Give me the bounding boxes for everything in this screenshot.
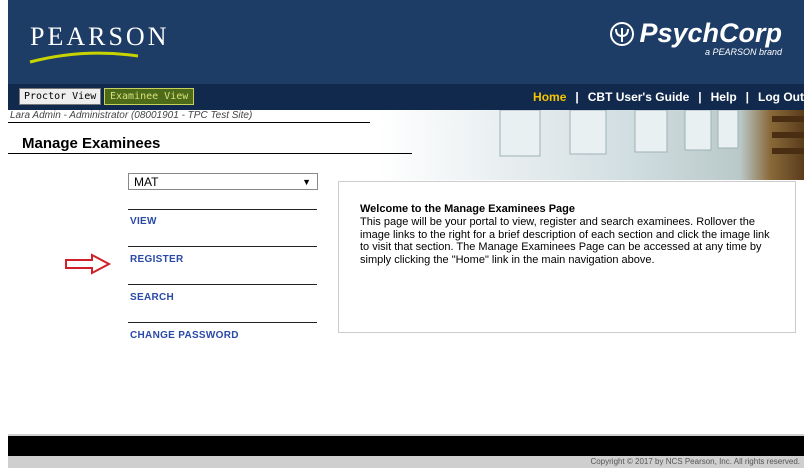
user-info: Lara Admin - Administrator (08001901 - T… [8, 110, 370, 123]
nav-home-link[interactable]: Home [533, 90, 566, 104]
proctor-view-button[interactable]: Proctor View [19, 88, 102, 105]
welcome-body: This page will be your portal to view, r… [360, 216, 770, 266]
menu-divider [128, 246, 317, 247]
chevron-down-icon: ▼ [302, 177, 311, 187]
pearson-swoosh-icon [29, 51, 139, 64]
header: PEARSON PsychCorp a PEARSON brand [8, 0, 804, 84]
nav-links: Home | CBT User's Guide | Help | Log Out [533, 90, 804, 104]
menu-divider [128, 209, 317, 210]
search-link[interactable]: SEARCH [130, 292, 174, 303]
psychcorp-logo: PsychCorp a PEARSON brand [609, 18, 782, 57]
change-password-link[interactable]: CHANGE PASSWORD [130, 330, 239, 341]
nav-logout-link[interactable]: Log Out [758, 90, 804, 104]
examinee-view-button[interactable]: Examinee View [104, 88, 195, 105]
nav-guide-link[interactable]: CBT User's Guide [588, 90, 690, 104]
psychcorp-wordmark: PsychCorp [639, 18, 782, 48]
test-select-value: MAT [134, 175, 159, 189]
welcome-panel: Welcome to the Manage Examinees Page Thi… [338, 181, 796, 333]
nav-separator: | [745, 90, 750, 104]
main-navigation: Proctor View Examinee View Home | CBT User… [8, 84, 804, 110]
register-link[interactable]: REGISTER [130, 254, 184, 265]
footer-bar [8, 434, 804, 458]
menu-divider [128, 284, 317, 285]
footer: Copyright © 2017 by NCS Pearson, Inc. Al… [8, 456, 804, 468]
nav-separator: | [575, 90, 579, 104]
welcome-title: Welcome to the Manage Examinees Page [360, 203, 575, 215]
copyright-text: Copyright © 2017 by NCS Pearson, Inc. Al… [590, 457, 800, 466]
right-arrow-icon [65, 253, 112, 275]
pearson-logo: PEARSON [30, 22, 170, 51]
computer-lab-banner [380, 110, 804, 180]
menu-divider [128, 322, 317, 323]
psi-logo-icon [610, 21, 635, 46]
page-title: Manage Examinees [22, 135, 161, 152]
nav-separator: | [698, 90, 702, 104]
view-link[interactable]: VIEW [130, 216, 157, 227]
title-divider [8, 153, 412, 154]
test-select[interactable]: MAT ▼ [128, 173, 318, 190]
nav-help-link[interactable]: Help [711, 90, 737, 104]
